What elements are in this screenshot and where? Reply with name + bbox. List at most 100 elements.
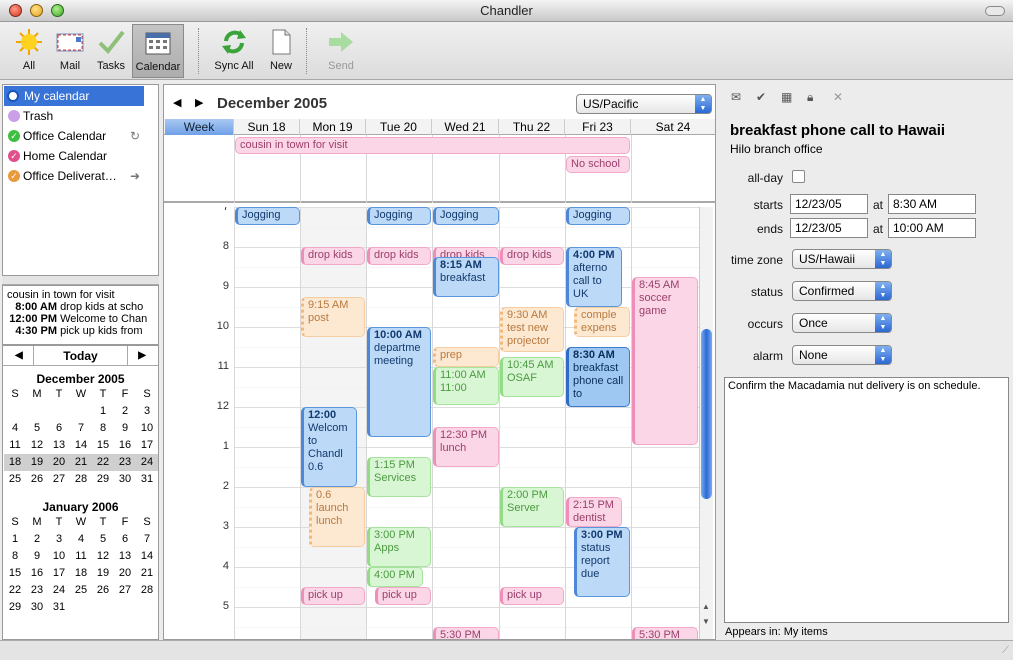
mini-day[interactable]: 28 xyxy=(70,471,92,488)
checkbox-icon[interactable]: ✓ xyxy=(8,170,20,182)
mini-day[interactable]: 28 xyxy=(136,582,158,599)
checkbox-icon[interactable] xyxy=(7,90,19,102)
sidebar-item-home-calendar[interactable]: ✓ Home Calendar xyxy=(3,146,158,166)
event-block-selected[interactable]: 8:30 AM breakfast phone call to xyxy=(566,347,630,407)
all-day-event[interactable]: cousin in town for visit xyxy=(235,137,630,154)
zoom-button[interactable] xyxy=(51,4,64,17)
event-block[interactable]: drop kids xyxy=(367,247,431,265)
event-block[interactable]: 2:15 PM dentist xyxy=(566,497,622,527)
mini-day[interactable]: 12 xyxy=(92,548,114,565)
timezone-select[interactable]: US/Pacific ▲ ▼ xyxy=(576,94,712,114)
preview-line[interactable]: cousin in town for visit xyxy=(7,289,154,301)
next-month-button[interactable]: ▶ xyxy=(138,346,146,366)
mini-day[interactable]: 14 xyxy=(136,548,158,565)
day-header[interactable]: Wed 21 xyxy=(432,119,499,135)
mini-day[interactable]: 16 xyxy=(26,565,48,582)
scroll-down-arrow[interactable]: ▼ xyxy=(702,617,710,626)
event-block[interactable]: Jogging xyxy=(566,207,630,225)
mini-day[interactable]: 5 xyxy=(26,420,48,437)
mini-day[interactable]: 20 xyxy=(114,565,136,582)
mini-day[interactable]: 21 xyxy=(136,565,158,582)
day-header[interactable]: Sat 24 xyxy=(631,119,715,135)
mini-day[interactable]: 15 xyxy=(4,565,26,582)
calendar-icon[interactable]: ▦ xyxy=(781,90,792,104)
day-header[interactable]: Thu 22 xyxy=(499,119,565,135)
mini-day[interactable]: 30 xyxy=(26,599,48,616)
preview-line[interactable]: 12:00 PM Welcome to Chan xyxy=(7,313,154,325)
event-block[interactable]: 10:45 AM OSAF xyxy=(500,357,564,397)
resize-grip-icon[interactable]: ⟋ xyxy=(1002,645,1009,656)
mini-day[interactable]: 23 xyxy=(114,454,136,471)
event-block[interactable]: 1:15 PM Services xyxy=(367,457,431,497)
mini-day[interactable]: 7 xyxy=(136,531,158,548)
sidebar-item-office-calendar[interactable]: ✓ Office Calendar ↻ xyxy=(3,126,158,146)
mini-day[interactable]: 11 xyxy=(70,548,92,565)
mini-day[interactable]: 13 xyxy=(114,548,136,565)
scrollbar-thumb[interactable] xyxy=(701,329,712,499)
all-button[interactable]: All xyxy=(6,24,52,78)
mini-day[interactable]: 24 xyxy=(136,454,158,471)
mini-day[interactable]: 22 xyxy=(4,582,26,599)
tasks-button[interactable]: Tasks xyxy=(88,24,134,78)
start-date-field[interactable]: 12/23/05 xyxy=(790,194,868,214)
mini-day[interactable]: 10 xyxy=(136,420,158,437)
mini-day[interactable]: 25 xyxy=(70,582,92,599)
mini-day[interactable]: 3 xyxy=(136,403,158,420)
mini-day[interactable]: 31 xyxy=(48,599,70,616)
prev-month-button[interactable]: ◀ xyxy=(15,346,23,366)
mini-day[interactable]: 15 xyxy=(92,437,114,454)
timezone-select[interactable]: US/Hawaii ▲ ▼ xyxy=(792,249,892,269)
event-block[interactable]: Jogging xyxy=(235,207,300,225)
mini-day[interactable]: 4 xyxy=(4,420,26,437)
event-block[interactable]: prep xyxy=(433,347,499,367)
mini-day[interactable]: 9 xyxy=(114,420,136,437)
event-block[interactable]: 11:00 AM 11:00 xyxy=(433,367,499,405)
occurs-select[interactable]: Once ▲ ▼ xyxy=(792,313,892,333)
mini-day[interactable]: 29 xyxy=(92,471,114,488)
sidebar-item-my-calendar[interactable]: My calendar xyxy=(4,86,144,106)
mini-day[interactable]: 18 xyxy=(4,454,26,471)
mini-day[interactable]: 16 xyxy=(114,437,136,454)
mini-day[interactable]: 9 xyxy=(26,548,48,565)
event-block[interactable]: 3:00 PM Apps xyxy=(367,527,431,567)
event-block[interactable]: 2:00 PM Server xyxy=(500,487,564,527)
mini-day[interactable]: 4 xyxy=(70,531,92,548)
mini-day[interactable]: 21 xyxy=(70,454,92,471)
event-block[interactable]: pick up xyxy=(500,587,564,605)
mini-day[interactable]: 29 xyxy=(4,599,26,616)
event-block[interactable]: drop kids xyxy=(301,247,365,265)
lock-icon[interactable]: 🔒︎ xyxy=(807,90,813,105)
event-block[interactable]: 4:00 PM afterno call to UK xyxy=(566,247,622,307)
mini-day[interactable]: 30 xyxy=(114,471,136,488)
event-block[interactable]: 10:00 AM departme meeting xyxy=(367,327,431,437)
refresh-icon[interactable]: ↻ xyxy=(130,126,140,146)
toolbar-toggle-button[interactable] xyxy=(985,6,1005,16)
send-button[interactable]: Send xyxy=(318,24,364,78)
mini-day[interactable]: 26 xyxy=(92,582,114,599)
mini-day[interactable]: 10 xyxy=(48,548,70,565)
vertical-scrollbar[interactable]: ▲ ▼ xyxy=(699,207,713,639)
mini-day[interactable]: 19 xyxy=(26,454,48,471)
mini-day[interactable]: 27 xyxy=(48,471,70,488)
event-block[interactable]: 9:30 AM test new projector xyxy=(500,307,564,352)
mini-day[interactable]: 19 xyxy=(92,565,114,582)
mini-day[interactable]: 8 xyxy=(92,420,114,437)
event-block[interactable]: 4:00 PM xyxy=(367,567,423,587)
event-block[interactable]: 5:30 PM xyxy=(632,627,698,639)
mini-day[interactable]: 14 xyxy=(70,437,92,454)
mini-day[interactable]: 11 xyxy=(4,437,26,454)
checkbox-icon[interactable]: ✓ xyxy=(8,150,20,162)
mini-day[interactable]: 24 xyxy=(48,582,70,599)
mini-day[interactable]: 6 xyxy=(114,531,136,548)
mini-day[interactable]: 1 xyxy=(4,531,26,548)
event-block[interactable]: 5:30 PM xyxy=(433,627,499,639)
mini-day[interactable]: 20 xyxy=(48,454,70,471)
prev-week-button[interactable]: ◀ xyxy=(173,96,181,109)
allday-checkbox[interactable] xyxy=(792,170,805,183)
mini-day[interactable]: 1 xyxy=(92,403,114,420)
event-block[interactable]: 3:00 PM status report due xyxy=(574,527,630,597)
alarm-select[interactable]: None ▲ ▼ xyxy=(792,345,892,365)
mini-day[interactable]: 18 xyxy=(70,565,92,582)
mini-day[interactable]: 25 xyxy=(4,471,26,488)
start-time-field[interactable]: 8:30 AM xyxy=(888,194,976,214)
